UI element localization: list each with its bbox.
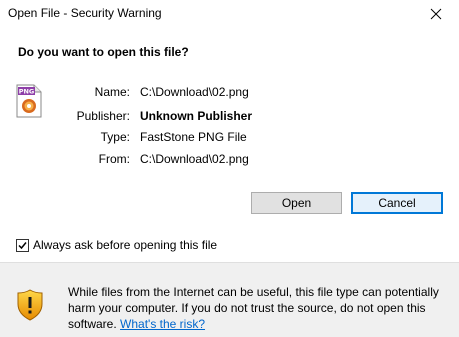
checkmark-icon: [18, 241, 27, 249]
from-value: C:\Download\02.png: [140, 152, 249, 166]
publisher-value: Unknown Publisher: [140, 109, 253, 123]
type-label: Type:: [100, 130, 130, 144]
always-ask-row[interactable]: Always ask before opening this file: [16, 238, 217, 252]
warning-shield-icon: [16, 289, 44, 321]
whats-the-risk-link[interactable]: What's the risk?: [120, 317, 205, 331]
title-bar: Open File - Security Warning: [0, 0, 459, 28]
open-button[interactable]: Open: [251, 192, 342, 214]
name-value: C:\Download\02.png: [140, 85, 249, 99]
warning-text: While files from the Internet can be use…: [68, 284, 453, 332]
close-button[interactable]: [413, 0, 459, 28]
window-title: Open File - Security Warning: [8, 6, 162, 20]
from-label: From:: [98, 152, 130, 166]
dialog-question: Do you want to open this file?: [18, 45, 189, 59]
warning-footer: While files from the Internet can be use…: [0, 262, 459, 337]
close-icon: [430, 8, 442, 20]
type-value: FastStone PNG File: [140, 130, 247, 144]
always-ask-label[interactable]: Always ask before opening this file: [33, 238, 217, 252]
always-ask-checkbox[interactable]: [16, 238, 29, 252]
publisher-label: Publisher:: [76, 109, 130, 123]
name-label: Name:: [94, 85, 130, 99]
cancel-button[interactable]: Cancel: [351, 192, 443, 214]
